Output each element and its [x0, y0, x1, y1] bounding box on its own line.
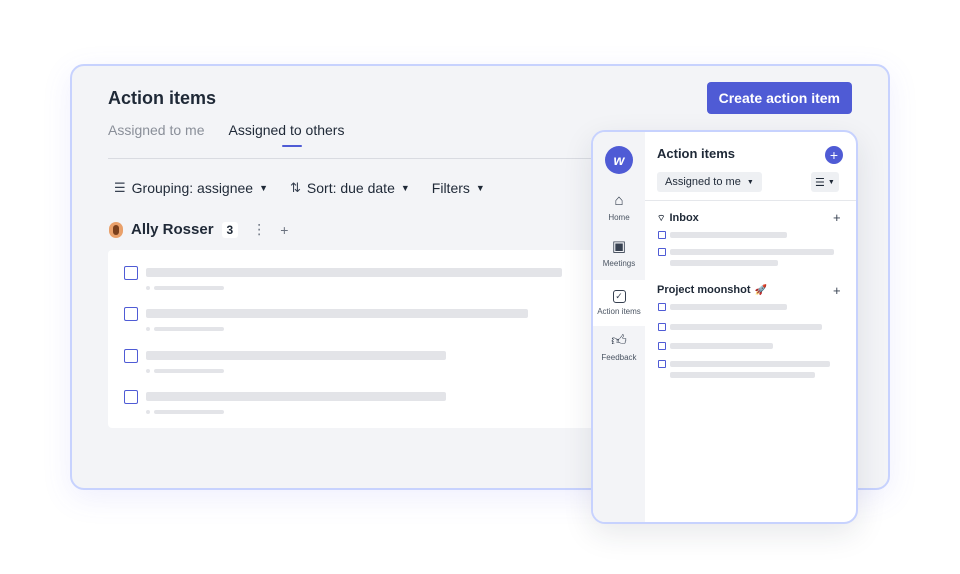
item-checkbox[interactable] — [658, 248, 666, 256]
toolbar: ☰ Grouping: assignee ▼ ⇅ Sort: due date … — [114, 180, 485, 196]
skeleton-line — [154, 327, 224, 331]
caret-down-icon: ▼ — [400, 183, 410, 193]
skeleton-line — [146, 392, 446, 401]
nav-item-feedback[interactable]: 👍︎ Feedback — [593, 332, 645, 372]
nav-item-action-items[interactable]: ✓ Action items — [593, 280, 645, 326]
list-item[interactable] — [124, 349, 138, 363]
filters-dropdown[interactable]: Filters ▼ — [432, 180, 485, 196]
caret-down-icon: ▼ — [259, 183, 268, 193]
item-checkbox[interactable] — [124, 307, 138, 321]
filters-label: Filters — [431, 180, 470, 196]
section-title: Project moonshot — [657, 284, 751, 296]
tab-bar: Assigned to me Assigned to others — [108, 122, 344, 147]
sort-icon: ⇅ — [290, 180, 301, 195]
nav-rail: w ⌂ Home ▣ Meetings ✓ Action items 👍︎ Fe… — [593, 132, 645, 522]
grouping-dropdown[interactable]: ☰ Grouping: assignee ▼ — [114, 180, 268, 196]
checkbox-icon: ✓ — [593, 286, 645, 304]
skeleton-line — [146, 309, 528, 318]
assignee-name: Ally Rosser — [131, 221, 214, 238]
page-title: Action items — [108, 88, 217, 108]
skeleton-line — [146, 268, 562, 277]
thumbs-up-icon: 👍︎ — [611, 332, 627, 349]
add-to-inbox-icon[interactable]: + — [833, 210, 841, 225]
create-action-item-button[interactable]: Create action item — [706, 82, 852, 114]
nav-label: Home — [608, 213, 630, 222]
section-project-moonshot[interactable]: Project moonshot 🚀 — [657, 284, 767, 296]
skeleton-line — [670, 232, 787, 238]
sliders-icon: ☰ — [815, 176, 825, 189]
section-title: Inbox — [669, 212, 699, 224]
skeleton-line — [146, 351, 446, 360]
list-icon: ☰ — [114, 180, 126, 195]
skeleton-line — [670, 324, 822, 330]
add-to-project-icon[interactable]: + — [833, 283, 841, 298]
item-checkbox[interactable] — [658, 323, 666, 331]
skeleton-line — [670, 343, 773, 349]
item-checkbox[interactable] — [124, 266, 138, 280]
add-action-item-button[interactable]: + — [825, 146, 843, 164]
inbox-icon: ⌔ — [657, 212, 666, 223]
home-icon: ⌂ — [614, 192, 624, 209]
section-inbox[interactable]: ⌔ Inbox — [657, 212, 699, 224]
caret-down-icon: ▼ — [475, 183, 485, 193]
stage: Action items Create action item Assigned… — [0, 0, 960, 574]
item-checkbox[interactable] — [124, 349, 138, 363]
sort-label: Sort: due date — [306, 180, 395, 196]
app-logo[interactable]: w — [605, 146, 633, 174]
rocket-icon: 🚀 — [754, 284, 767, 296]
sort-dropdown[interactable]: ⇅ Sort: due date ▼ — [290, 180, 410, 196]
skeleton-line — [670, 304, 787, 310]
caret-down-icon: ▼ — [746, 178, 754, 186]
item-checkbox[interactable] — [658, 360, 666, 368]
skeleton-dot — [146, 369, 150, 373]
nav-label: Meetings — [602, 259, 636, 268]
item-checkbox[interactable] — [124, 390, 138, 404]
calendar-icon: ▣ — [611, 238, 627, 255]
nav-item-home[interactable]: ⌂ Home — [593, 192, 645, 232]
item-checkbox[interactable] — [658, 231, 666, 239]
nav-label: Feedback — [601, 353, 637, 362]
panel-title: Action items — [657, 146, 736, 161]
skeleton-line — [154, 369, 224, 373]
filter-value: Assigned to me — [665, 176, 741, 188]
view-settings-button[interactable]: ☰ ▼ — [811, 172, 839, 192]
skeleton-line — [154, 286, 224, 290]
more-vertical-icon[interactable]: ⋮ — [252, 221, 266, 238]
caret-down-icon: ▼ — [827, 178, 835, 186]
nav-label: Action items — [597, 307, 641, 316]
assignee-filter-select[interactable]: Assigned to me ▼ — [657, 172, 762, 192]
grouping-label: Grouping: assignee — [131, 180, 254, 196]
tab-assigned-to-others[interactable]: Assigned to others — [229, 122, 344, 147]
skeleton-dot — [146, 327, 150, 331]
avatar — [109, 221, 123, 238]
list-item[interactable] — [124, 266, 138, 280]
skeleton-line — [154, 410, 224, 414]
list-item[interactable] — [124, 390, 138, 404]
group-header: Ally Rosser 3 ⋮ + — [109, 221, 288, 238]
skeleton-line — [670, 361, 830, 367]
skeleton-line — [670, 260, 778, 266]
tab-assigned-to-me[interactable]: Assigned to me — [108, 122, 205, 146]
side-panel: w ⌂ Home ▣ Meetings ✓ Action items 👍︎ Fe… — [591, 130, 858, 524]
panel-divider — [645, 200, 856, 201]
nav-item-meetings[interactable]: ▣ Meetings — [593, 238, 645, 278]
action-item-list — [108, 250, 596, 428]
skeleton-line — [670, 249, 834, 255]
skeleton-dot — [146, 410, 150, 414]
skeleton-dot — [146, 286, 150, 290]
item-checkbox[interactable] — [658, 342, 666, 350]
skeleton-line — [670, 372, 815, 378]
tabs-divider — [108, 158, 608, 159]
count-badge: 3 — [221, 221, 239, 238]
list-item[interactable] — [124, 307, 138, 321]
add-icon[interactable]: + — [280, 222, 288, 238]
item-checkbox[interactable] — [658, 303, 666, 311]
